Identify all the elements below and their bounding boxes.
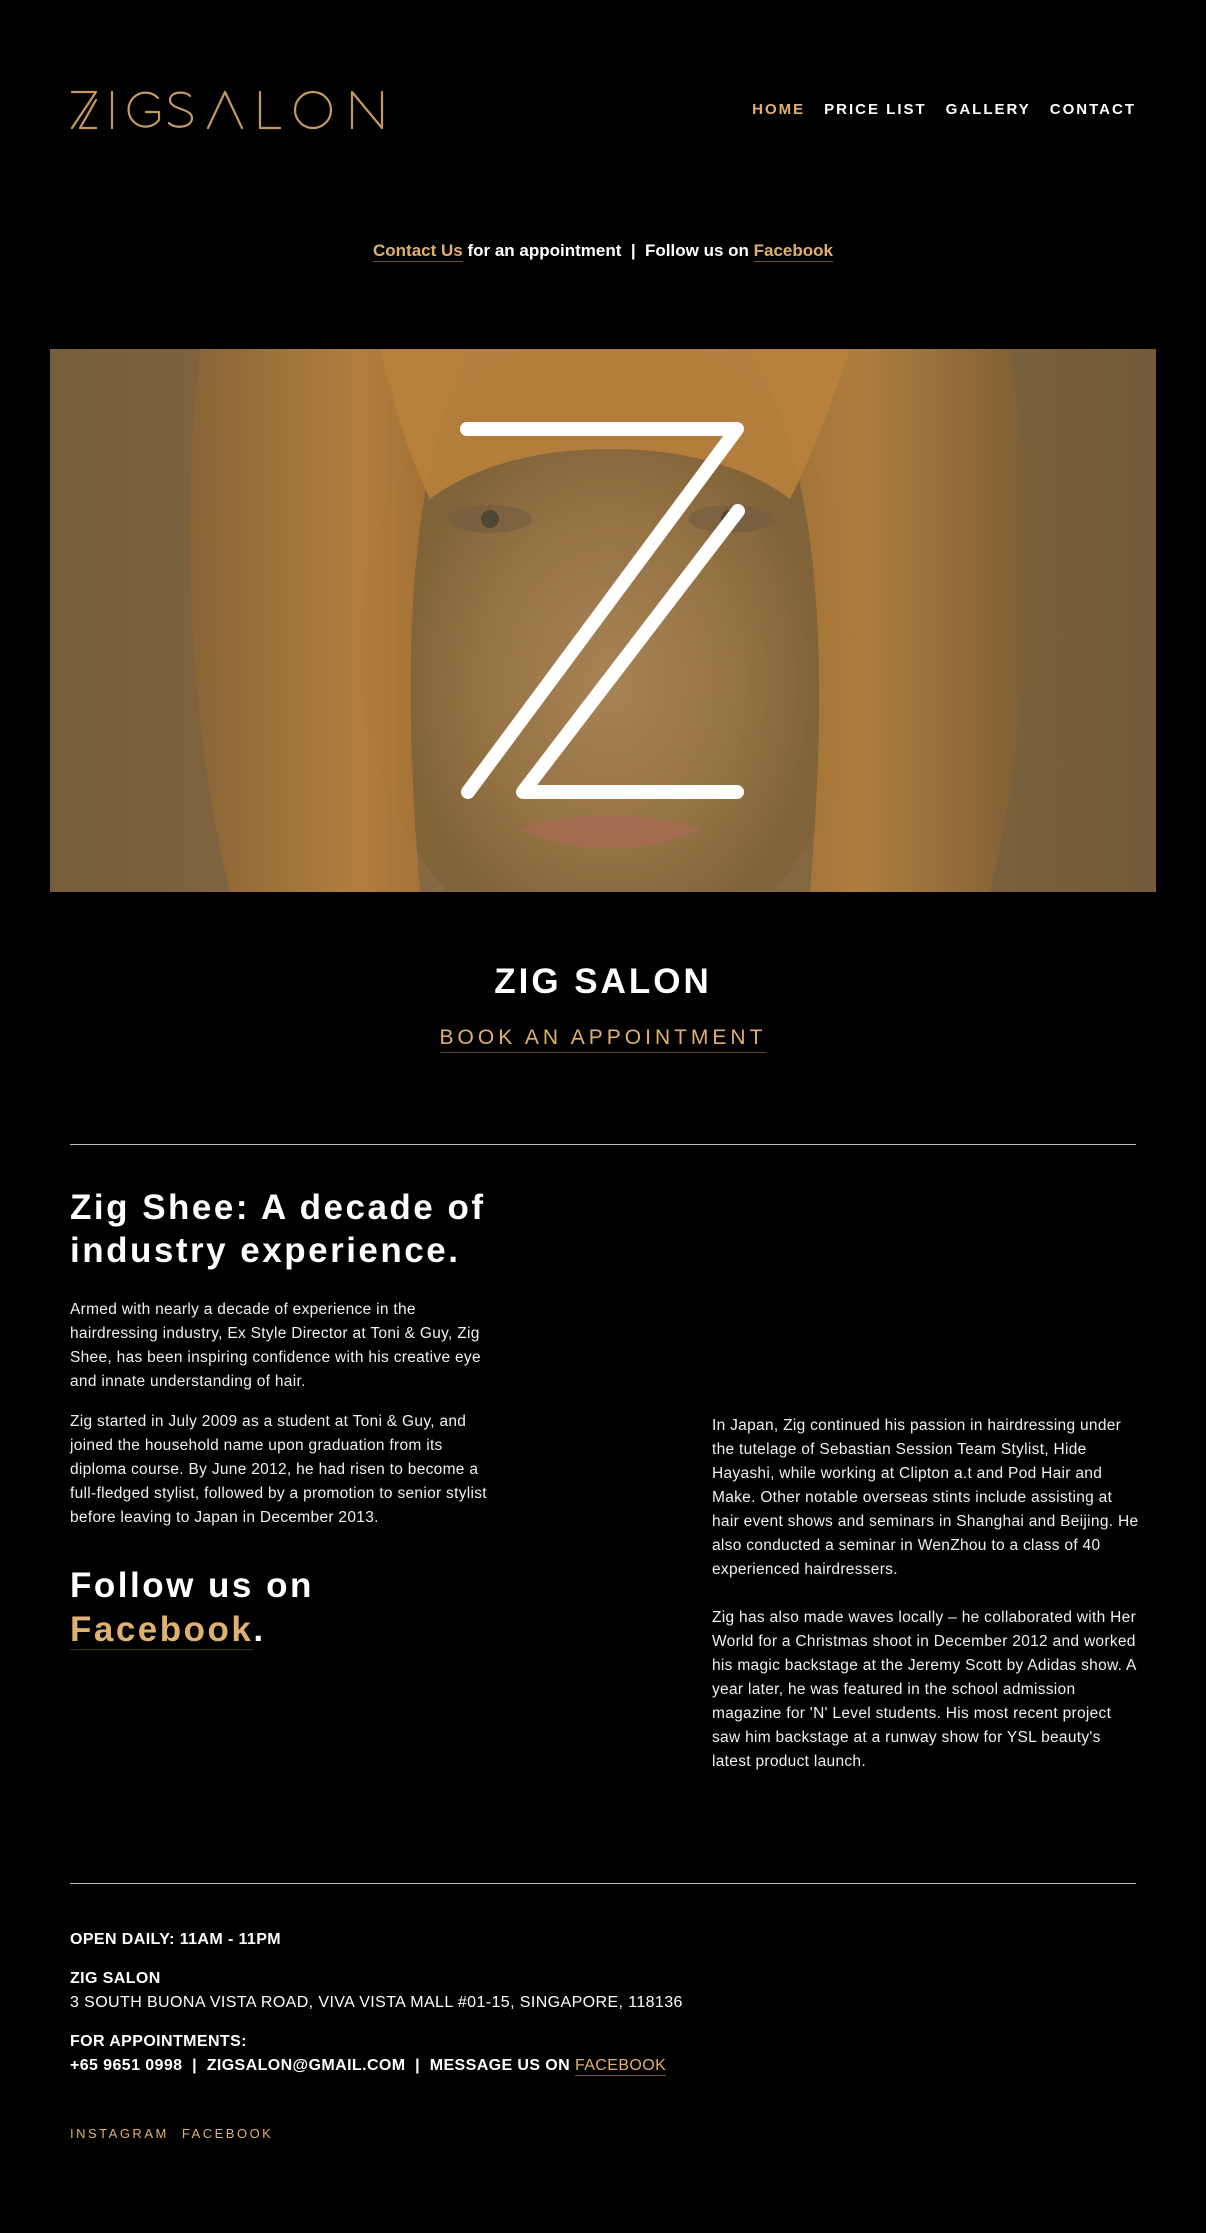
separator: | xyxy=(182,2057,207,2074)
instagram-link[interactable]: INSTAGRAM xyxy=(70,2126,169,2141)
nav-gallery[interactable]: GALLERY xyxy=(946,101,1031,118)
book-appointment-wrap: BOOK AN APPOINTMENT xyxy=(0,1026,1206,1053)
main-nav: HOME PRICE LIST GALLERY CONTACT xyxy=(752,101,1136,118)
salon-title: ZIG SALON xyxy=(494,962,712,1001)
logo-link[interactable] xyxy=(70,88,392,137)
site-header: HOME PRICE LIST GALLERY CONTACT xyxy=(70,80,1136,140)
tagline-facebook-link[interactable]: Facebook xyxy=(753,241,833,262)
footer-address: 3 SOUTH BUONA VISTA ROAD, VIVA VISTA MAL… xyxy=(70,1994,683,2011)
opening-hours: OPEN DAILY: 11AM - 11PM xyxy=(70,1931,282,1948)
about-right-column: In Japan, Zig continued his passion in h… xyxy=(712,1414,1140,1774)
social-links: INSTAGRAM FACEBOOK xyxy=(70,2126,1136,2141)
footer-facebook-link[interactable]: FACEBOOK xyxy=(574,2057,667,2076)
site-footer: OPEN DAILY: 11AM - 11PM ZIG SALON 3 SOUT… xyxy=(70,1928,1136,2141)
footer-salon-name: ZIG SALON xyxy=(70,1970,161,1987)
follow-prefix: Follow us on xyxy=(70,1566,314,1605)
divider-bottom xyxy=(70,1883,1136,1884)
nav-price-list[interactable]: PRICE LIST xyxy=(824,101,927,118)
message-prefix: MESSAGE US ON xyxy=(429,2057,575,2074)
about-left-column: Zig Shee: A decade of industry experienc… xyxy=(70,1186,500,1652)
facebook-link[interactable]: FACEBOOK xyxy=(182,2126,274,2141)
separator: | xyxy=(405,2057,430,2074)
about-paragraph-3: In Japan, Zig continued his passion in h… xyxy=(712,1417,1139,1578)
book-appointment-link[interactable]: BOOK AN APPOINTMENT xyxy=(439,1026,767,1053)
tagline-text: for an appointment | Follow us on xyxy=(462,241,754,260)
follow-facebook-link[interactable]: Facebook xyxy=(70,1610,254,1650)
follow-heading: Follow us on Facebook. xyxy=(70,1564,500,1652)
contact-line: +65 9651 0998 | ZIGSALON@GMAIL.COM | MES… xyxy=(70,2054,1136,2078)
nav-contact[interactable]: CONTACT xyxy=(1050,101,1136,118)
contact-us-link[interactable]: Contact Us xyxy=(372,241,463,262)
follow-suffix: . xyxy=(253,1610,266,1649)
appointment-tagline: Contact Us for an appointment | Follow u… xyxy=(0,241,1206,262)
about-paragraph-1: Armed with nearly a decade of experience… xyxy=(70,1301,481,1390)
zigsalon-logo xyxy=(70,90,384,130)
divider-top xyxy=(70,1144,1136,1145)
email-address[interactable]: ZIGSALON@GMAIL.COM xyxy=(207,2057,406,2074)
nav-home[interactable]: HOME xyxy=(752,101,805,118)
appointments-heading: FOR APPOINTMENTS: xyxy=(70,2033,247,2050)
hero-banner xyxy=(50,349,1156,892)
about-heading: Zig Shee: A decade of industry experienc… xyxy=(70,1188,486,1270)
hero-image xyxy=(50,349,1156,892)
about-paragraph-2: Zig started in July 2009 as a student at… xyxy=(70,1413,487,1526)
phone-number[interactable]: +65 9651 0998 xyxy=(70,2057,182,2074)
about-paragraph-4: Zig has also made waves locally – he col… xyxy=(712,1609,1137,1770)
